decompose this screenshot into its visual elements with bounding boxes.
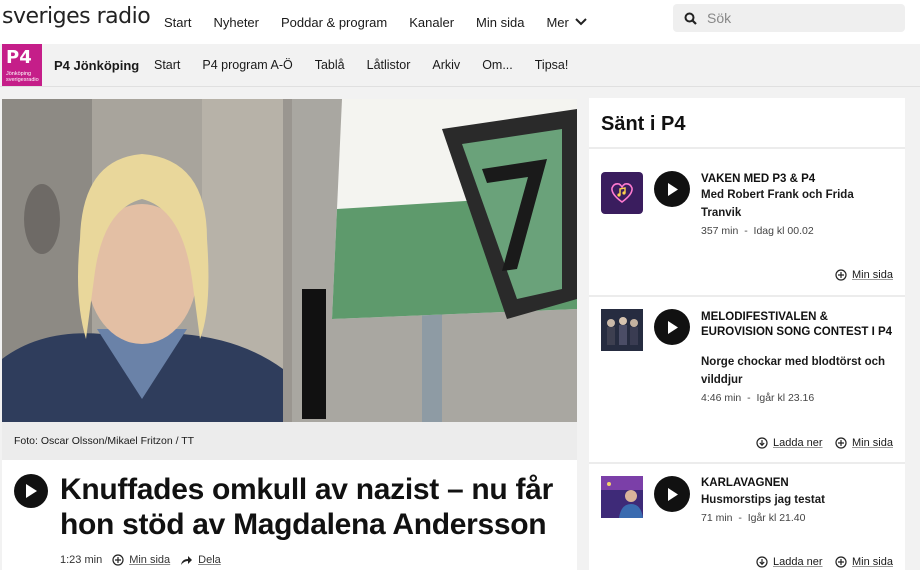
- episode-title[interactable]: Norge chockar med blodtörst och vilddjur: [701, 353, 896, 389]
- article-duration: 1:23 min: [60, 554, 103, 566]
- add-circle-icon: [835, 437, 847, 449]
- music-heart-icon: [611, 183, 633, 203]
- nav-min-sida[interactable]: Min sida: [476, 15, 524, 30]
- add-circle-icon: [112, 554, 124, 566]
- portrait-photo: [2, 99, 283, 422]
- download-label: Ladda ner: [773, 437, 823, 449]
- search-icon: [684, 12, 697, 25]
- main-nav: Start Nyheter Poddar & program Kanaler M…: [164, 0, 587, 44]
- subnav-start[interactable]: Start: [154, 58, 180, 72]
- article-min-sida-button[interactable]: Min sida: [112, 554, 170, 566]
- episode-card: MELODIFESTIVALEN & EUROVISION SONG CONTE…: [589, 297, 905, 462]
- episode-play-button[interactable]: [654, 309, 690, 345]
- p4-logo-text: P4: [6, 47, 32, 68]
- episode-play-button[interactable]: [654, 171, 690, 207]
- article-share-label: Dela: [198, 554, 221, 566]
- channel-nav: Start P4 program A-Ö Tablå Låtlistor Ark…: [154, 44, 568, 86]
- nav-mer-label: Mer: [546, 14, 569, 30]
- min-sida-label: Min sida: [852, 437, 893, 449]
- play-icon: [667, 487, 678, 501]
- flag-photo: [292, 99, 577, 422]
- episode-card: KARLAVAGNEN Husmorstips jag testat 71 mi…: [589, 464, 905, 570]
- nav-kanaler[interactable]: Kanaler: [409, 15, 454, 30]
- subnav-arkiv[interactable]: Arkiv: [432, 58, 460, 72]
- p4-logo[interactable]: P4 Jönköping sverigesradio: [2, 44, 42, 86]
- nav-nyheter[interactable]: Nyheter: [213, 15, 259, 30]
- download-label: Ladda ner: [773, 556, 823, 568]
- chevron-down-icon: [575, 18, 587, 26]
- article-play-button[interactable]: [14, 474, 48, 508]
- search-box[interactable]: [673, 4, 905, 32]
- nav-poddar-program[interactable]: Poddar & program: [281, 15, 387, 30]
- add-circle-icon: [835, 269, 847, 281]
- article-share-button[interactable]: Dela: [180, 554, 221, 566]
- divider: [589, 147, 905, 149]
- download-icon: [756, 437, 768, 449]
- article-min-sida-label: Min sida: [129, 554, 171, 566]
- nav-mer[interactable]: Mer: [546, 14, 587, 30]
- article-image[interactable]: [2, 99, 577, 422]
- episode-meta: 4:46 min - Igår kl 23.16: [701, 392, 815, 404]
- subnav-om[interactable]: Om...: [482, 58, 513, 72]
- min-sida-button[interactable]: Min sida: [835, 437, 893, 449]
- min-sida-label: Min sida: [852, 556, 893, 568]
- episode-thumbnail[interactable]: [601, 172, 643, 214]
- photo-credit: Foto: Oscar Olsson/Mikael Fritzon / TT: [14, 435, 195, 447]
- subnav-latlistor[interactable]: Låtlistor: [367, 58, 411, 72]
- episode-card: VAKEN MED P3 & P4 Med Robert Frank och F…: [589, 150, 905, 295]
- episode-program-title[interactable]: KARLAVAGNEN: [701, 476, 896, 491]
- episode-meta: 357 min - Idag kl 00.02: [701, 225, 814, 237]
- min-sida-label: Min sida: [852, 269, 893, 281]
- article-meta: 1:23 min Min sida Dela: [60, 554, 221, 566]
- nav-start[interactable]: Start: [164, 15, 191, 30]
- min-sida-button[interactable]: Min sida: [835, 556, 893, 568]
- panel-title: Sänt i P4: [601, 113, 686, 135]
- episode-program-title[interactable]: VAKEN MED P3 & P4: [701, 172, 896, 187]
- play-icon: [26, 484, 37, 498]
- top-bar: sveriges radio Start Nyheter Poddar & pr…: [0, 0, 920, 45]
- play-icon: [667, 320, 678, 334]
- sveriges-radio-logo[interactable]: sveriges radio: [2, 4, 151, 29]
- add-circle-icon: [835, 556, 847, 568]
- photo-caption: Foto: Oscar Olsson/Mikael Fritzon / TT: [2, 422, 577, 460]
- p4-logo-subtext: Jönköping sverigesradio: [6, 71, 39, 83]
- episode-thumbnail[interactable]: [601, 309, 643, 351]
- download-button[interactable]: Ladda ner: [756, 556, 823, 568]
- share-icon: [181, 556, 193, 565]
- episode-play-button[interactable]: [654, 476, 690, 512]
- episode-title[interactable]: Med Robert Frank och Frida Tranvik: [701, 186, 896, 222]
- subnav-tipsa[interactable]: Tipsa!: [535, 58, 569, 72]
- article-headline[interactable]: Knuffades omkull av nazist – nu får hon …: [60, 472, 560, 542]
- min-sida-button[interactable]: Min sida: [835, 269, 893, 281]
- subnav-program-a-o[interactable]: P4 program A-Ö: [202, 58, 292, 72]
- episode-title[interactable]: Husmorstips jag testat: [701, 491, 896, 509]
- download-button[interactable]: Ladda ner: [756, 437, 823, 449]
- subnav-tabla[interactable]: Tablå: [315, 58, 345, 72]
- station-name[interactable]: P4 Jönköping: [54, 58, 139, 73]
- play-icon: [667, 182, 678, 196]
- episode-meta: 71 min - Igår kl 21.40: [701, 512, 806, 524]
- search-input[interactable]: [705, 9, 899, 27]
- download-icon: [756, 556, 768, 568]
- episode-program-title[interactable]: MELODIFESTIVALEN & EUROVISION SONG CONTE…: [701, 310, 896, 340]
- episode-thumbnail[interactable]: [601, 476, 643, 518]
